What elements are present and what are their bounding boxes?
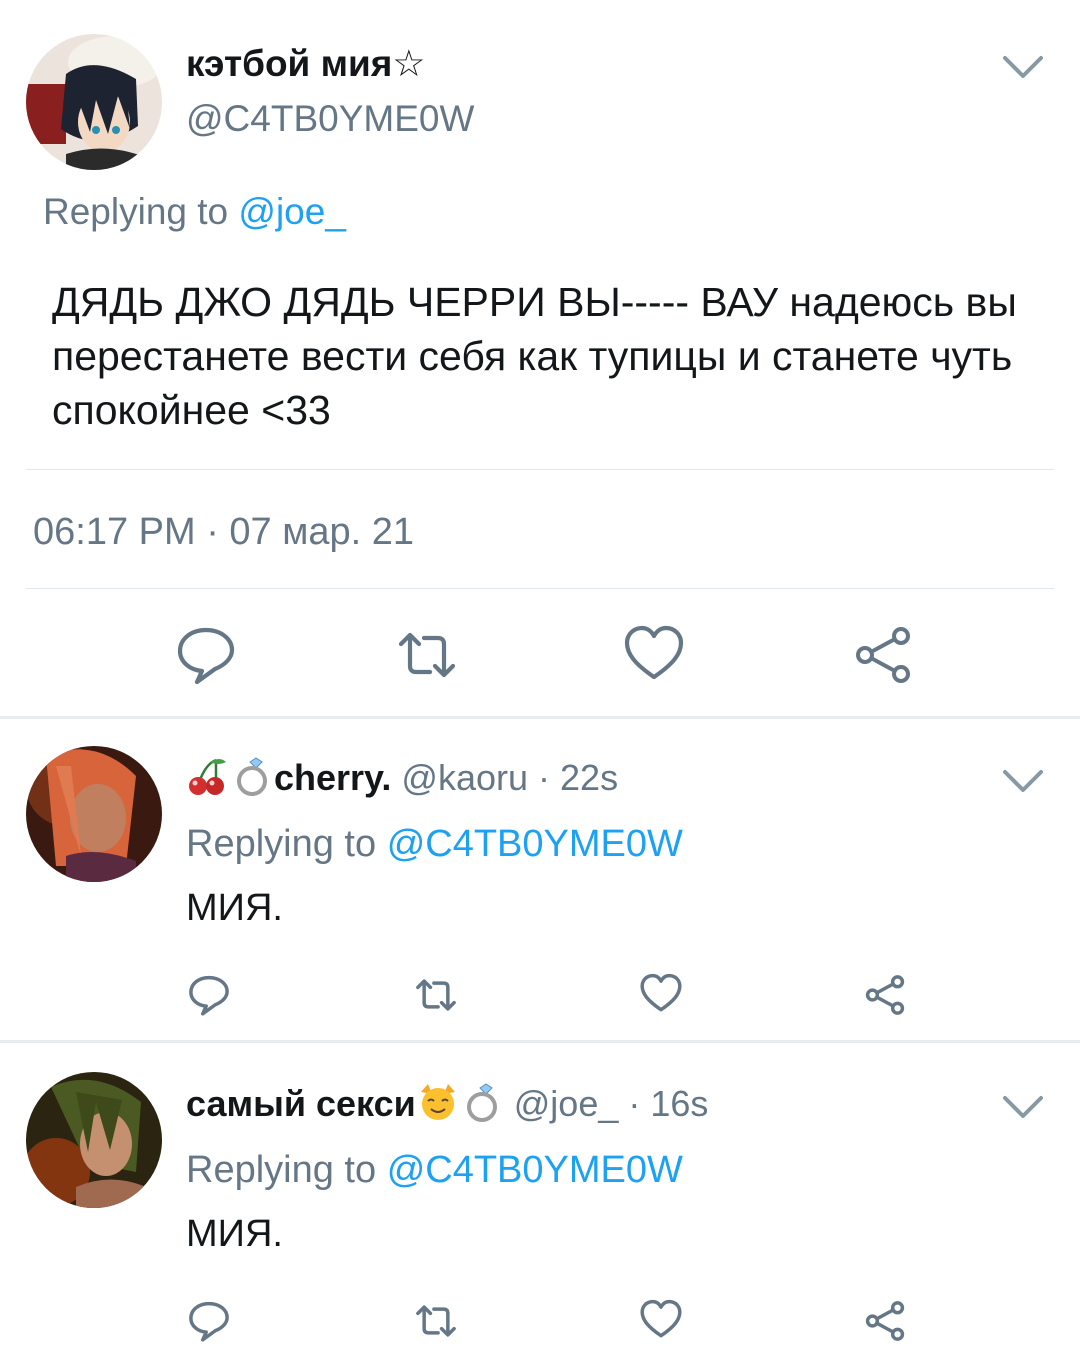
reply-icon (177, 627, 235, 685)
retweet-button[interactable] (394, 622, 460, 688)
ring-emoji (230, 756, 274, 797)
reply-display-name[interactable]: cherry. (274, 757, 391, 798)
retweet-button[interactable] (413, 972, 459, 1018)
reply-button[interactable] (173, 622, 239, 688)
reply-icon (189, 975, 229, 1016)
replying-to-line: Replying to @C4TB0YME0W (186, 1146, 683, 1194)
replying-prefix: Replying to (186, 1149, 377, 1191)
cherries-emoji (186, 756, 230, 796)
like-icon (640, 1299, 682, 1338)
thread-separator (0, 1040, 1080, 1043)
replying-to-link[interactable]: @joe_ (238, 191, 346, 232)
reply-age: · 16s (628, 1083, 709, 1124)
reply-button[interactable] (186, 1298, 232, 1344)
reply-age: · 22s (538, 757, 619, 798)
main-tweet: кэтбой мия☆ @C4TB0YME0W Replying to @joe… (0, 0, 1080, 718)
tweet-timestamp: 06:17 PM · 07 мар. 21 (33, 511, 415, 553)
reply-header: cherry. @kaoru · 22s (186, 754, 618, 802)
chevron-down-icon[interactable] (1002, 1094, 1044, 1120)
reply-tweet[interactable]: cherry. @kaoru · 22s Replying to @C4TB0Y… (0, 746, 1080, 1040)
share-button[interactable] (862, 1298, 908, 1344)
reply-handle[interactable]: @kaoru (401, 757, 528, 798)
retweet-icon (416, 1305, 456, 1337)
like-icon (624, 625, 684, 680)
replying-to-line: Replying to @joe_ (43, 188, 346, 236)
share-icon (865, 1301, 905, 1341)
reply-header: самый секси @joe_ · 16s (186, 1080, 708, 1128)
share-button[interactable] (850, 622, 916, 688)
divider (26, 588, 1054, 589)
replying-to-link[interactable]: @C4TB0YME0W (387, 823, 683, 865)
replying-to-line: Replying to @C4TB0YME0W (186, 820, 683, 868)
like-button[interactable] (638, 1296, 684, 1342)
reply-tweet[interactable]: самый секси @joe_ · 16s Replying to @C4T… (0, 1072, 1080, 1356)
replying-prefix: Replying to (186, 823, 377, 865)
chevron-down-icon[interactable] (1002, 54, 1044, 80)
author-display-name[interactable]: кэтбой мия☆ (186, 40, 425, 88)
tweet-text: ДЯДЬ ДЖО ДЯДЬ ЧЕРРИ ВЫ----- ВАУ надеюсь … (52, 279, 1017, 433)
chevron-down-icon[interactable] (1002, 768, 1044, 794)
author-handle[interactable]: @C4TB0YME0W (186, 95, 474, 143)
replying-to-link[interactable]: @C4TB0YME0W (387, 1149, 683, 1191)
like-button[interactable] (621, 620, 687, 686)
retweet-icon (398, 632, 456, 678)
cat-emoji (416, 1082, 460, 1122)
reply-button[interactable] (186, 972, 232, 1018)
like-icon (640, 973, 682, 1012)
reply-text: МИЯ. (186, 887, 283, 929)
author-avatar[interactable] (26, 34, 162, 170)
thread-separator (0, 716, 1080, 719)
share-icon (856, 627, 910, 683)
reply-display-name[interactable]: самый секси (186, 1083, 416, 1124)
reply-avatar[interactable] (26, 746, 162, 882)
reply-handle[interactable]: @joe_ (514, 1083, 619, 1124)
divider (26, 469, 1054, 470)
ring-emoji (460, 1082, 504, 1123)
reply-text: МИЯ. (186, 1213, 283, 1255)
replying-prefix: Replying to (43, 191, 229, 232)
like-button[interactable] (638, 970, 684, 1016)
retweet-button[interactable] (413, 1298, 459, 1344)
reply-avatar[interactable] (26, 1072, 162, 1208)
share-icon (865, 975, 905, 1015)
reply-icon (189, 1301, 229, 1342)
share-button[interactable] (862, 972, 908, 1018)
retweet-icon (416, 979, 456, 1011)
